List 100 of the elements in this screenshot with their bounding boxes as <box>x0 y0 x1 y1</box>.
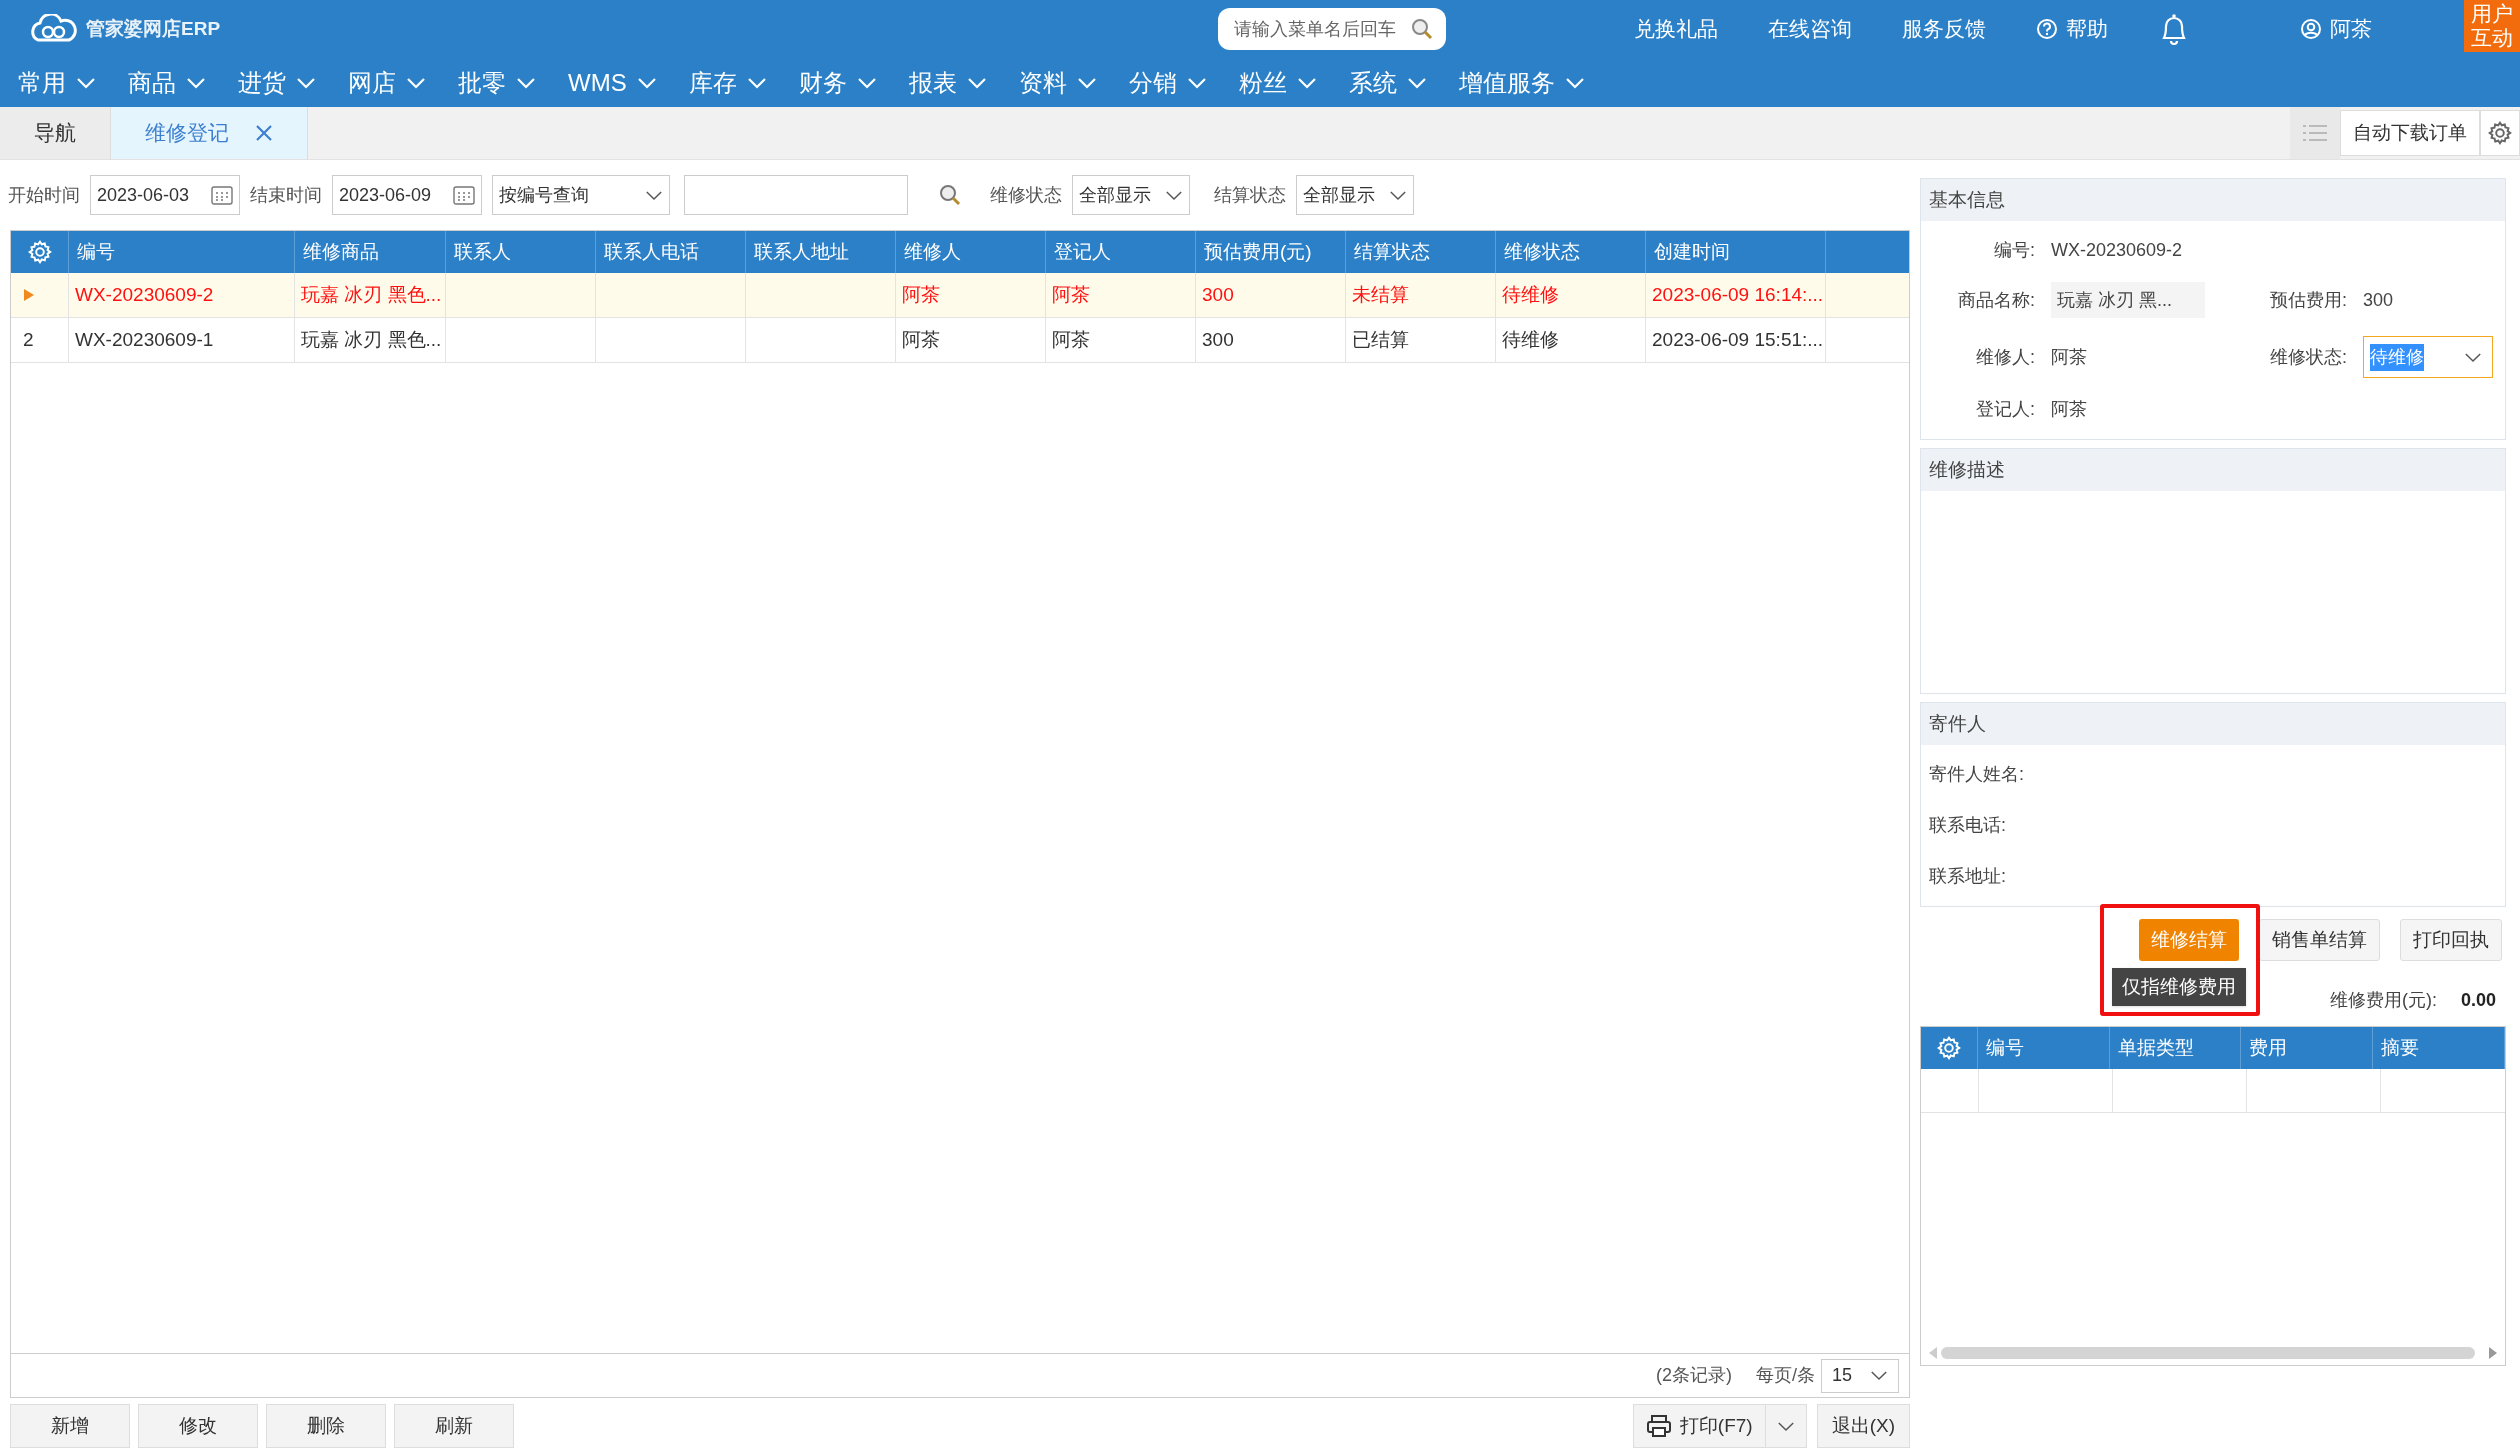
menu-item[interactable]: 库存 <box>688 64 767 101</box>
field-label: 编号: <box>1993 239 2036 262</box>
table-row[interactable]: WX-20230609-2 玩嘉 冰刃 黑色... 阿茶 阿茶 300 未结算 待维修 2023-06-09 16:14:... <box>11 273 1909 318</box>
action-button[interactable]: 刷新 <box>394 1404 514 1448</box>
exit-button[interactable]: 退出(X) <box>1816 1404 1910 1448</box>
action-button[interactable]: 修改 <box>138 1404 258 1448</box>
table-cell-text: 已结算 <box>1352 327 1409 352</box>
scroll-right-icon[interactable] <box>2489 1347 2497 1359</box>
chevron-icon <box>636 76 657 89</box>
section-title: 寄件人 <box>1921 703 2505 745</box>
table-cell-text: 阿茶 <box>1052 282 1090 307</box>
column-header[interactable]: 费用 <box>2241 1027 2374 1069</box>
calendar-icon[interactable] <box>453 185 475 205</box>
table-cell-text: 阿茶 <box>1052 327 1090 352</box>
chevron-icon <box>1165 189 1183 201</box>
repair-status-select[interactable]: 全部显示 <box>1072 175 1190 215</box>
section-title: 维修描述 <box>1921 449 2505 491</box>
field-label: 商品名称: <box>1957 288 2036 312</box>
chevron-icon <box>2464 351 2482 363</box>
field-label: 联系地址: <box>1929 865 2007 888</box>
settings-icon[interactable] <box>2487 120 2513 146</box>
menu-item[interactable]: 网店 <box>348 64 426 101</box>
table-cell-text: 阿茶 <box>902 327 940 352</box>
table-row[interactable]: 2 WX-20230609-1 玩嘉 冰刃 黑色... 阿茶 阿茶 300 已结算 待维修 2023-06-09 15:51:... <box>11 318 1909 363</box>
help-link[interactable]: 帮助 <box>2036 13 2108 45</box>
help-icon <box>2036 18 2058 40</box>
search-icon[interactable] <box>1410 17 1434 41</box>
date-field[interactable]: 2023-06-03 <box>90 175 240 215</box>
menu-item[interactable]: WMS <box>568 64 657 101</box>
tab[interactable]: 维修登记 <box>111 107 308 159</box>
query-mode-select[interactable]: 按编号查询 <box>492 175 670 215</box>
field-value: 300 <box>2363 288 2395 312</box>
auto-download-button[interactable]: 自动下载订单 <box>2340 110 2480 156</box>
table-cell-text: 阿茶 <box>902 282 940 307</box>
action-button[interactable]: 新增 <box>10 1404 130 1448</box>
chevron-icon <box>1564 76 1585 89</box>
filter-label: 维修状态 <box>990 183 1062 207</box>
field-label: 登记人: <box>1975 398 2036 421</box>
calendar-icon[interactable] <box>211 185 233 205</box>
header-link[interactable]: 服务反馈 <box>1902 13 1986 45</box>
table-cell-text: 300 <box>1202 327 1234 352</box>
search-field[interactable]: 请输入菜单名后回车 <box>1218 8 1446 50</box>
menu-item[interactable]: 分销 <box>1128 64 1207 101</box>
menu-item[interactable]: 进货 <box>238 64 316 101</box>
menu-item[interactable]: 增值服务 <box>1458 64 1585 101</box>
chevron-icon <box>1186 76 1207 89</box>
table-cell-text: 待维修 <box>1502 282 1559 307</box>
filter-label: 结算状态 <box>1214 183 1286 207</box>
menu-item[interactable]: 财务 <box>798 64 877 101</box>
per-page-select[interactable]: 15 <box>1821 1358 1899 1393</box>
chevron-icon <box>1406 76 1427 89</box>
table-cell-text: 待维修 <box>1502 327 1559 352</box>
column-header[interactable]: 编号 <box>1977 1027 2110 1069</box>
user-icon <box>2300 18 2322 40</box>
action-button[interactable]: 删除 <box>266 1404 386 1448</box>
field-label: 预估费用: <box>2269 288 2348 312</box>
row-number: 2 <box>23 327 34 352</box>
chevron-icon <box>516 76 536 89</box>
header-link[interactable]: 兑换礼品 <box>1634 13 1718 45</box>
user-interaction-button[interactable]: 用户 互动 <box>2464 0 2520 52</box>
table-cell-text: 300 <box>1202 282 1234 307</box>
column-header[interactable]: 摘要 <box>2373 1027 2505 1069</box>
settle-button[interactable]: 打印回执 <box>2400 919 2502 961</box>
logo-text: 管家婆网店ERP <box>86 16 221 41</box>
repair-status-select[interactable]: 待维修 <box>2363 336 2493 378</box>
record-count: (2条记录) <box>1656 1364 1732 1387</box>
table-cell-text: 未结算 <box>1352 282 1409 307</box>
settle-status-select[interactable]: 全部显示 <box>1296 175 1414 215</box>
section-title: 基本信息 <box>1921 179 2505 221</box>
search-icon[interactable] <box>938 183 962 207</box>
header-link[interactable]: 在线咨询 <box>1768 13 1852 45</box>
close-icon[interactable] <box>255 124 273 142</box>
table-cell-text: WX-20230609-1 <box>75 327 214 352</box>
date-field[interactable]: 2023-06-09 <box>332 175 482 215</box>
keyword-field[interactable] <box>684 175 908 215</box>
column-header[interactable]: 单据类型 <box>2109 1027 2242 1069</box>
menu-item[interactable]: 资料 <box>1018 64 1097 101</box>
chevron-icon <box>296 76 316 89</box>
user-menu[interactable]: 阿茶 <box>2300 13 2372 45</box>
chevron-icon <box>856 76 877 89</box>
settle-button[interactable]: 维修结算 <box>2139 919 2239 961</box>
table-cell-text: 玩嘉 冰刃 黑色... <box>301 282 442 307</box>
current-row-icon <box>23 288 35 302</box>
chevron-icon <box>746 76 767 89</box>
chevron-icon <box>76 76 96 89</box>
field-label: 维修状态: <box>2269 345 2348 369</box>
menu-item[interactable]: 粉丝 <box>1238 64 1317 101</box>
menu-item[interactable]: 商品 <box>128 64 206 101</box>
tab[interactable]: 导航 <box>0 107 111 159</box>
printer-icon <box>1645 1414 1672 1438</box>
menu-item[interactable]: 报表 <box>908 64 987 101</box>
field-label: 寄件人姓名: <box>1929 763 2025 786</box>
filter-label: 结束时间 <box>250 183 322 207</box>
menu-item[interactable]: 系统 <box>1348 64 1427 101</box>
table-cell-text: WX-20230609-2 <box>75 282 214 307</box>
menu-item[interactable]: 常用 <box>18 64 96 101</box>
settle-button[interactable]: 销售单结算 <box>2259 919 2380 961</box>
menu-item[interactable]: 批零 <box>458 64 536 101</box>
table-cell-text: 2023-06-09 15:51:... <box>1652 327 1824 352</box>
scrollbar-thumb[interactable] <box>1941 1347 2475 1359</box>
